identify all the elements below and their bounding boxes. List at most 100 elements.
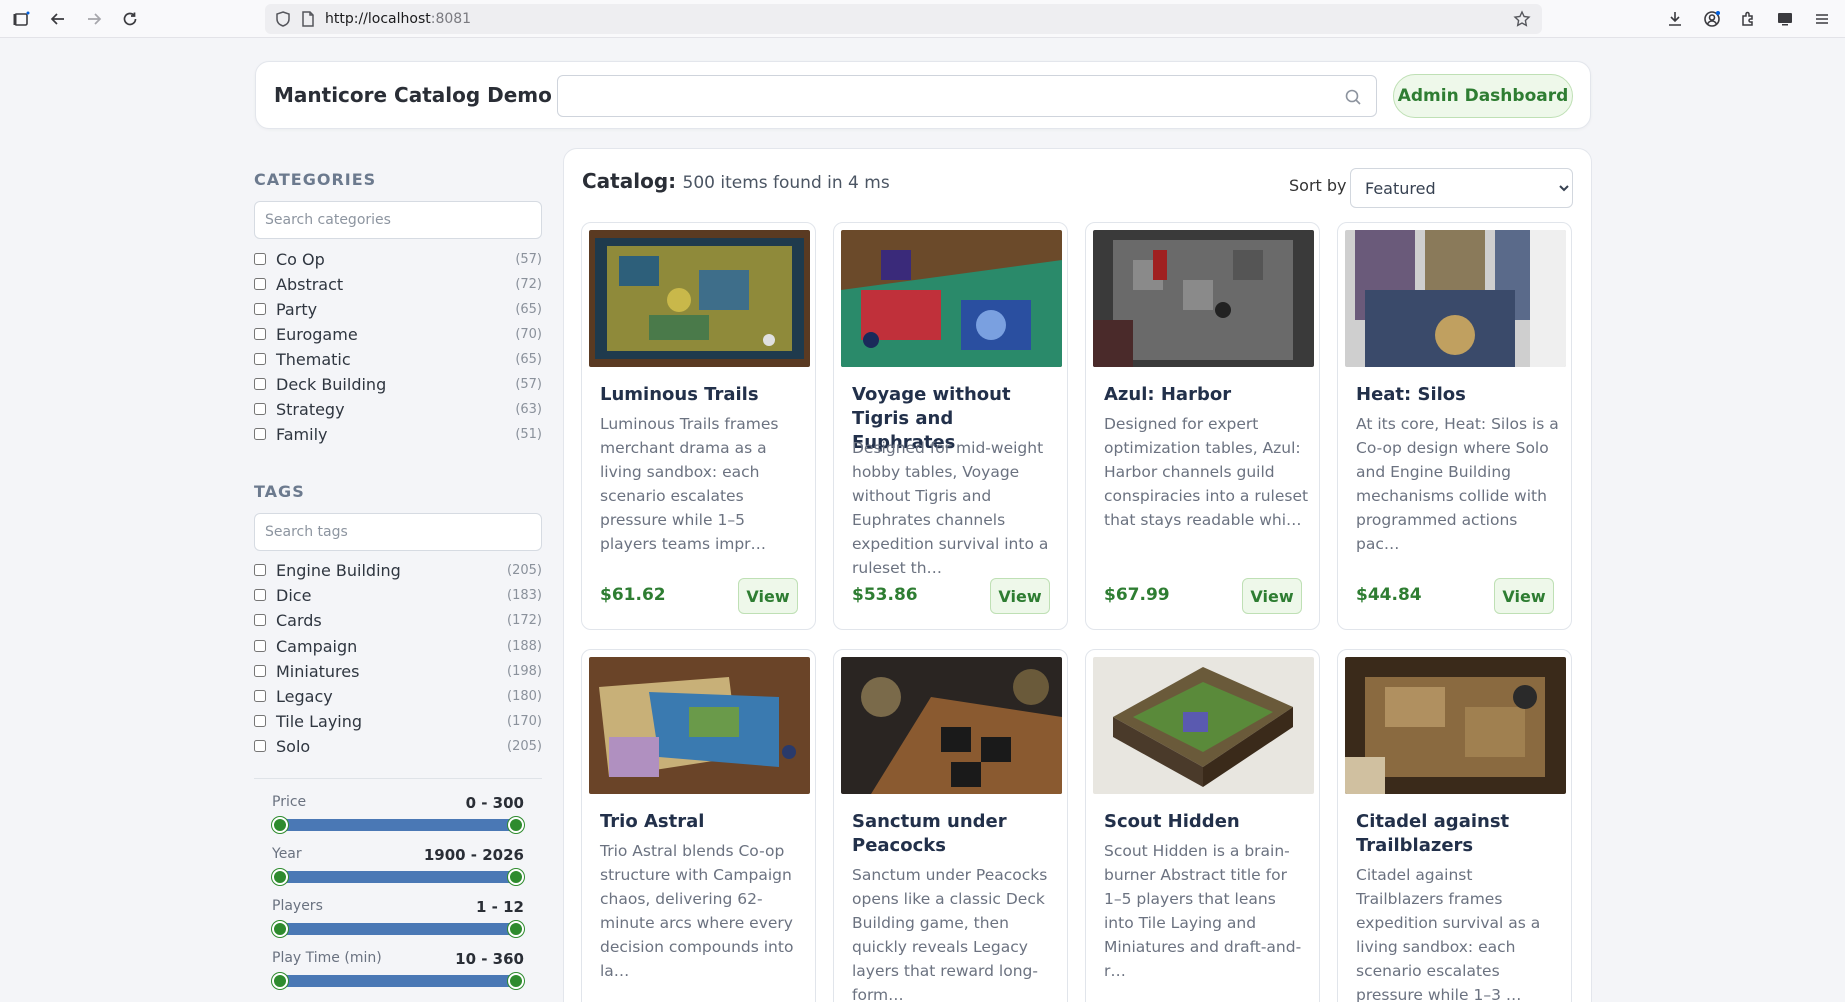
forward-arrow-icon[interactable] xyxy=(81,6,107,32)
view-button[interactable]: View xyxy=(1242,578,1302,614)
admin-dashboard-button[interactable]: Admin Dashboard xyxy=(1393,74,1573,118)
range-handle-min[interactable] xyxy=(272,921,288,937)
players-range-slider[interactable]: Players 1 - 12 xyxy=(272,898,524,948)
range-track[interactable] xyxy=(280,975,516,987)
tag-checkbox[interactable] xyxy=(254,715,266,727)
results-summary: 500 items found in 4 ms xyxy=(682,173,890,193)
category-item-co-op[interactable]: Co Op (57) xyxy=(254,247,542,271)
product-image[interactable] xyxy=(841,657,1062,794)
product-title[interactable]: Azul: Harbor xyxy=(1104,383,1309,407)
range-handle-min[interactable] xyxy=(272,869,288,885)
category-checkbox[interactable] xyxy=(254,303,266,315)
page-icon[interactable] xyxy=(299,10,317,28)
range-track[interactable] xyxy=(280,923,516,935)
account-icon[interactable] xyxy=(1699,6,1725,32)
tag-item-dice[interactable]: Dice (183) xyxy=(254,583,542,607)
search-field[interactable] xyxy=(557,75,1377,117)
year-range-slider[interactable]: Year 1900 - 2026 xyxy=(272,846,524,896)
product-card[interactable]: Voyage without Tigris and Euphrates Desi… xyxy=(833,222,1068,630)
category-item-thematic[interactable]: Thematic (65) xyxy=(254,347,542,371)
downloads-icon[interactable] xyxy=(1662,6,1688,32)
product-card[interactable]: Scout Hidden Scout Hidden is a brain-bur… xyxy=(1085,649,1320,1002)
range-handle-min[interactable] xyxy=(272,973,288,989)
product-card[interactable]: Azul: Harbor Designed for expert optimiz… xyxy=(1085,222,1320,630)
bookmark-star-icon[interactable] xyxy=(1513,10,1531,28)
tag-checkbox[interactable] xyxy=(254,690,266,702)
product-title[interactable]: Sanctum under Peacocks xyxy=(852,810,1057,858)
range-track[interactable] xyxy=(280,819,516,831)
menu-hamburger-icon[interactable] xyxy=(1809,6,1835,32)
product-image[interactable] xyxy=(1345,657,1566,794)
product-title[interactable]: Scout Hidden xyxy=(1104,810,1309,834)
tag-checkbox[interactable] xyxy=(254,740,266,752)
product-image[interactable] xyxy=(841,230,1062,367)
product-card[interactable]: Sanctum under Peacocks Sanctum under Pea… xyxy=(833,649,1068,1002)
back-arrow-icon[interactable] xyxy=(45,6,71,32)
search-icon[interactable] xyxy=(1344,88,1362,106)
product-image[interactable] xyxy=(1093,657,1314,794)
screen-icon[interactable] xyxy=(1772,6,1798,32)
category-checkbox[interactable] xyxy=(254,403,266,415)
tag-item-tile-laying[interactable]: Tile Laying (170) xyxy=(254,709,542,733)
url-text[interactable]: http://localhost:8081 xyxy=(325,11,471,27)
category-search-input[interactable] xyxy=(254,201,542,239)
tag-checkbox[interactable] xyxy=(254,665,266,677)
address-bar[interactable]: http://localhost:8081 xyxy=(265,4,1542,34)
range-handle-min[interactable] xyxy=(272,817,288,833)
tag-item-miniatures[interactable]: Miniatures (198) xyxy=(254,659,542,683)
product-image[interactable] xyxy=(589,657,810,794)
tag-item-campaign[interactable]: Campaign (188) xyxy=(254,634,542,658)
shield-icon[interactable] xyxy=(274,10,292,28)
category-item-abstract[interactable]: Abstract (72) xyxy=(254,272,542,296)
category-checkbox[interactable] xyxy=(254,378,266,390)
category-checkbox[interactable] xyxy=(254,353,266,365)
product-title[interactable]: Trio Astral xyxy=(600,810,805,834)
product-card[interactable]: Luminous Trails Luminous Trails frames m… xyxy=(581,222,816,630)
category-checkbox[interactable] xyxy=(254,428,266,440)
tag-item-solo[interactable]: Solo (205) xyxy=(254,734,542,758)
extensions-icon[interactable] xyxy=(1735,6,1761,32)
view-button[interactable]: View xyxy=(738,578,798,614)
tag-search-input[interactable] xyxy=(254,513,542,551)
category-checkbox[interactable] xyxy=(254,278,266,290)
sidebar-toggle-icon[interactable] xyxy=(9,6,35,32)
category-item-eurogame[interactable]: Eurogame (70) xyxy=(254,322,542,346)
tag-item-engine-building[interactable]: Engine Building (205) xyxy=(254,558,542,582)
range-handle-max[interactable] xyxy=(508,973,524,989)
category-item-party[interactable]: Party (65) xyxy=(254,297,542,321)
range-handle-max[interactable] xyxy=(508,921,524,937)
tag-checkbox[interactable] xyxy=(254,589,266,601)
range-track[interactable] xyxy=(280,871,516,883)
tag-item-cards[interactable]: Cards (172) xyxy=(254,608,542,632)
product-card[interactable]: Trio Astral Trio Astral blends Co-op str… xyxy=(581,649,816,1002)
search-input[interactable] xyxy=(558,76,1376,116)
product-card[interactable]: Citadel against Trailblazers Citadel aga… xyxy=(1337,649,1572,1002)
tag-checkbox[interactable] xyxy=(254,640,266,652)
view-button[interactable]: View xyxy=(1494,578,1554,614)
view-button[interactable]: View xyxy=(990,578,1050,614)
product-title[interactable]: Heat: Silos xyxy=(1356,383,1561,407)
product-image[interactable] xyxy=(1345,230,1566,367)
category-item-deck-building[interactable]: Deck Building (57) xyxy=(254,372,542,396)
app-title: Manticore Catalog Demo xyxy=(274,83,552,107)
sort-select[interactable]: Featured xyxy=(1350,168,1573,208)
play-time-range-slider[interactable]: Play Time (min) 10 - 360 xyxy=(272,950,524,1000)
catalog-heading: Catalog: 500 items found in 4 ms xyxy=(582,169,890,193)
product-description: Citadel against Trailblazers frames expe… xyxy=(1356,866,1541,1002)
product-card[interactable]: Heat: Silos At its core, Heat: Silos is … xyxy=(1337,222,1572,630)
category-item-family[interactable]: Family (51) xyxy=(254,422,542,446)
category-checkbox[interactable] xyxy=(254,328,266,340)
product-image[interactable] xyxy=(589,230,810,367)
product-title[interactable]: Luminous Trails xyxy=(600,383,805,407)
tag-checkbox[interactable] xyxy=(254,564,266,576)
range-handle-max[interactable] xyxy=(508,817,524,833)
category-item-strategy[interactable]: Strategy (63) xyxy=(254,397,542,421)
product-title[interactable]: Citadel against Trailblazers xyxy=(1356,810,1561,858)
range-handle-max[interactable] xyxy=(508,869,524,885)
tag-checkbox[interactable] xyxy=(254,614,266,626)
category-checkbox[interactable] xyxy=(254,253,266,265)
product-image[interactable] xyxy=(1093,230,1314,367)
tag-item-legacy[interactable]: Legacy (180) xyxy=(254,684,542,708)
price-range-slider[interactable]: Price 0 - 300 xyxy=(272,794,524,844)
reload-icon[interactable] xyxy=(117,6,143,32)
